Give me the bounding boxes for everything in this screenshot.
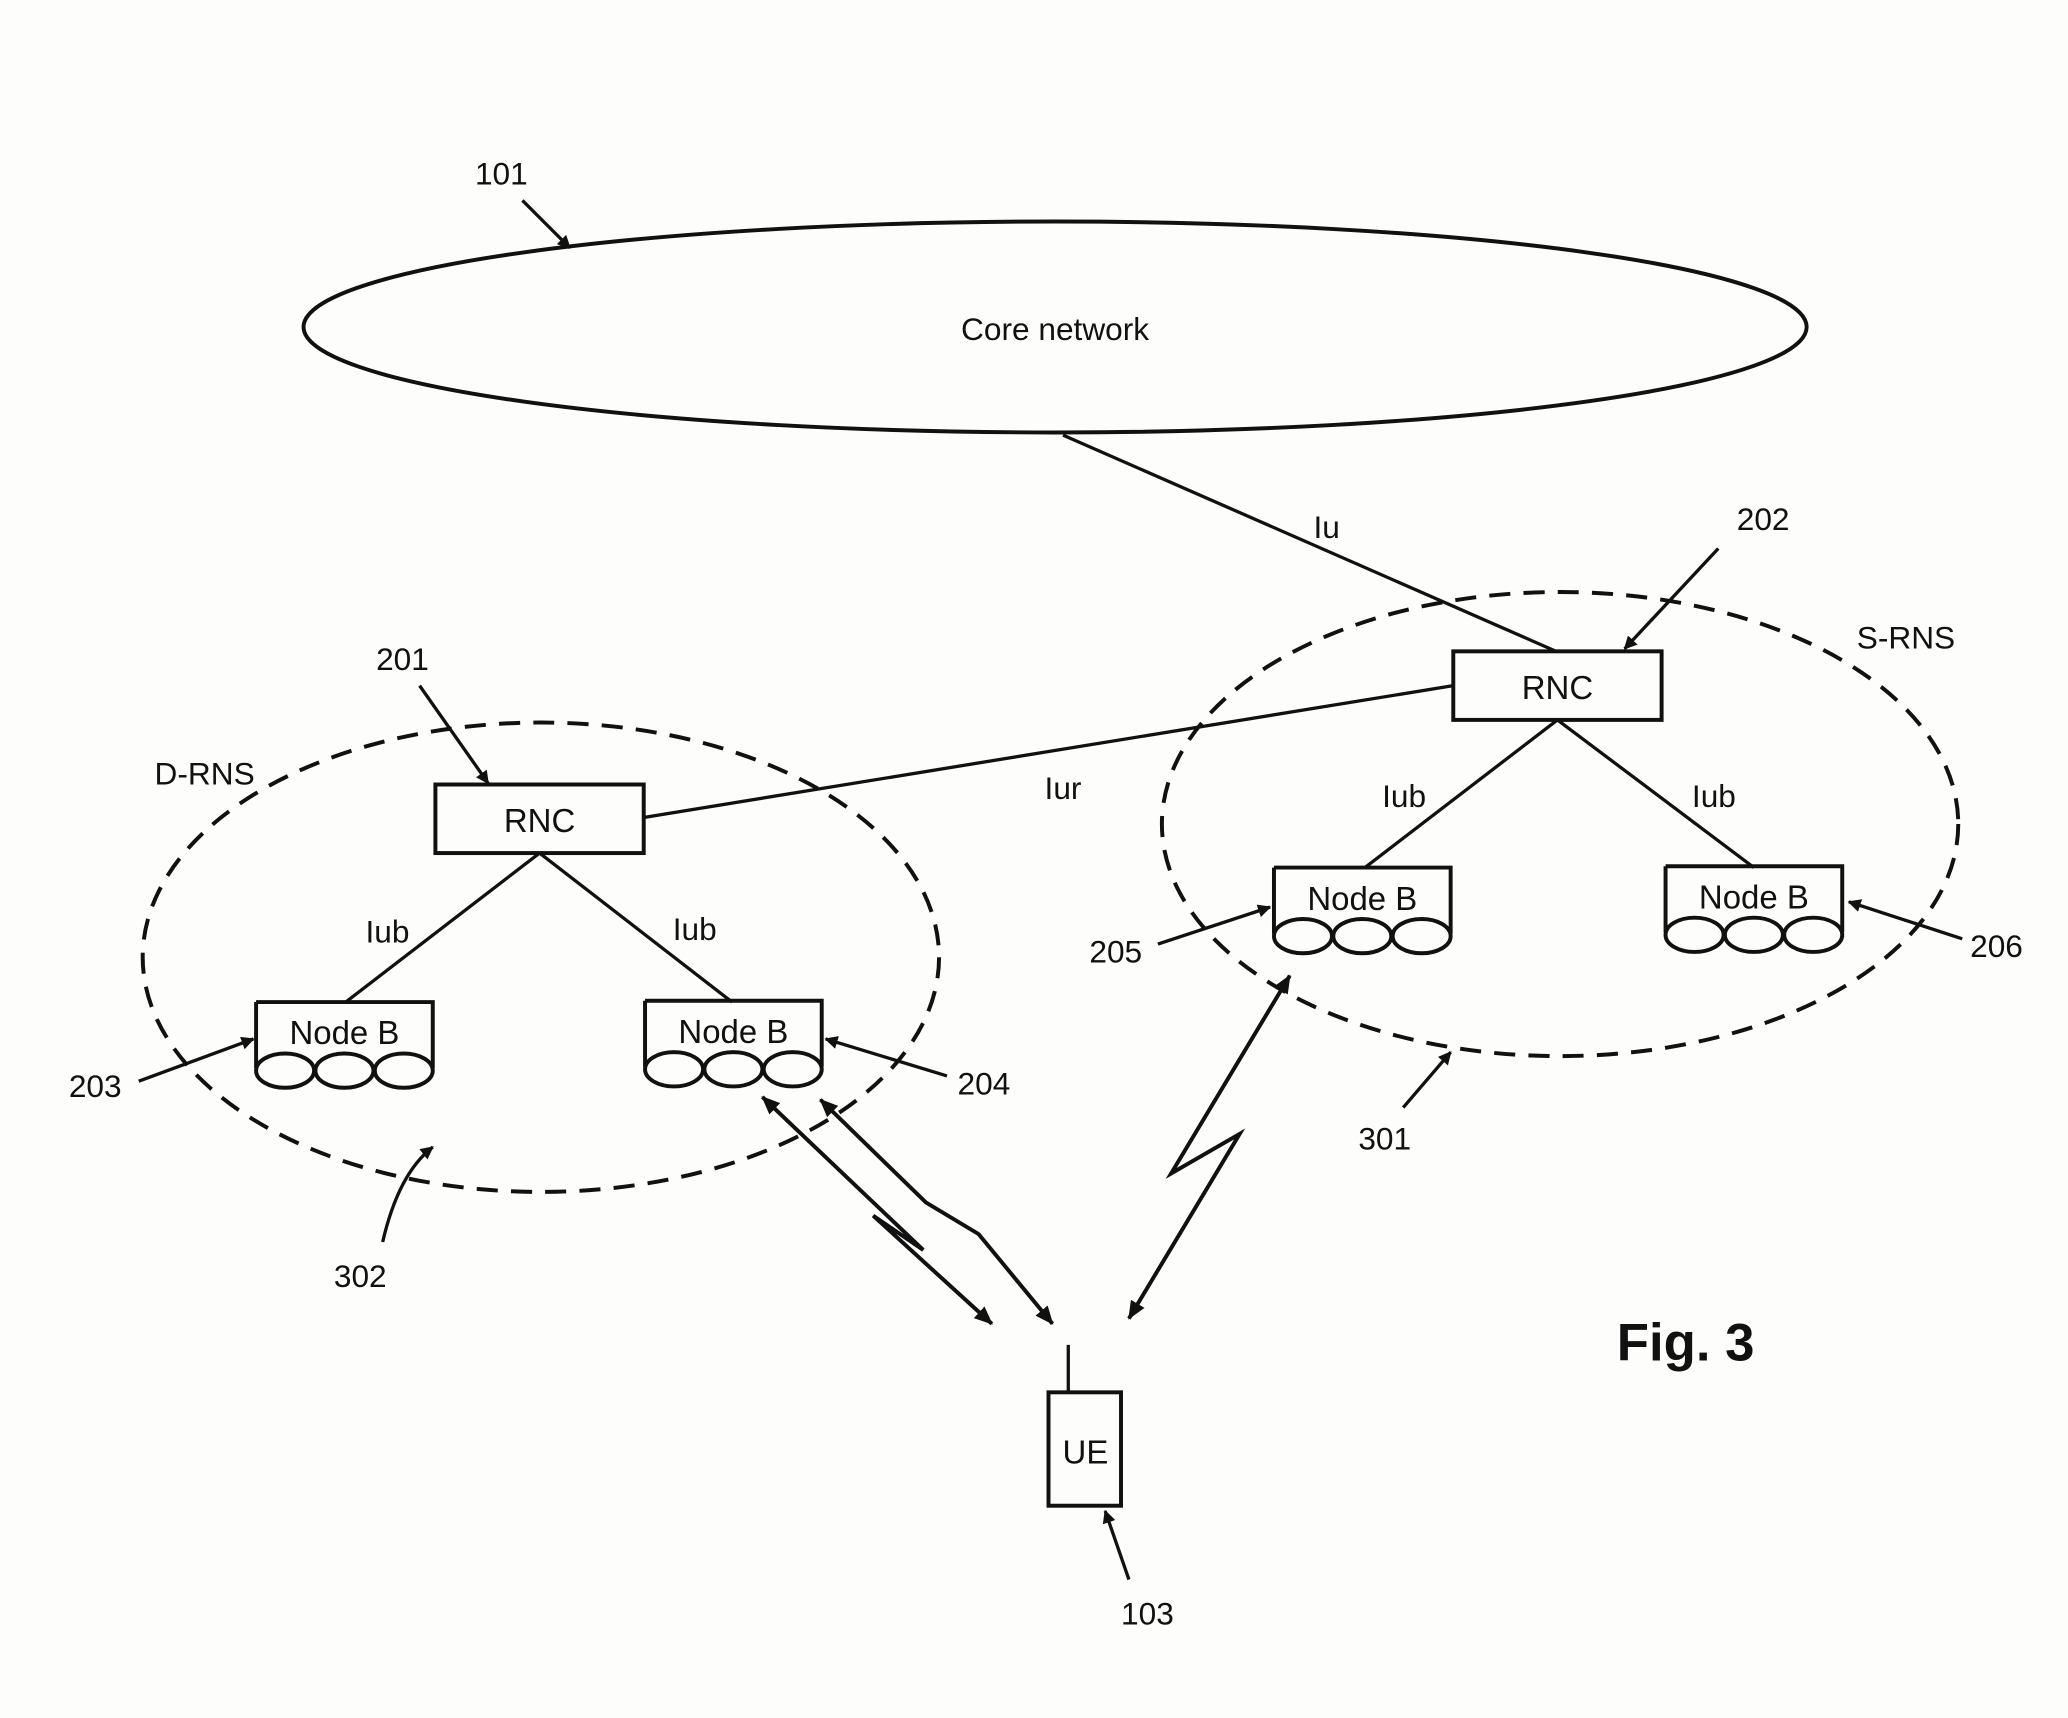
node-b-203-label: Node B xyxy=(289,1014,399,1051)
ref-206: 206 xyxy=(1970,928,2023,964)
ref-101: 101 xyxy=(475,156,528,192)
node-b-206: Node B xyxy=(1663,864,1845,954)
ref-203: 203 xyxy=(69,1068,122,1104)
d-rns-label: D-RNS xyxy=(155,756,255,792)
core-network: Core network xyxy=(301,219,1809,435)
ref-201-arrow xyxy=(418,684,490,785)
rnc-drift: RNC xyxy=(433,782,646,856)
iur-label: Iur xyxy=(1045,770,1082,806)
ref-302-arrow xyxy=(381,1145,434,1243)
node-b-204-label: Node B xyxy=(678,1013,788,1050)
node-b-205: Node B xyxy=(1271,865,1453,956)
ref-101-arrow xyxy=(521,199,572,250)
radio-link-205 xyxy=(1127,974,1292,1320)
figure-caption: Fig. 3 xyxy=(1617,1314,1755,1373)
node-b-203: Node B xyxy=(254,1000,435,1090)
ref-103: 103 xyxy=(1121,1595,1174,1631)
iu-link xyxy=(1062,433,1557,653)
ref-202-arrow xyxy=(1623,547,1720,650)
radio-link-204-b xyxy=(819,1098,1054,1326)
rnc-serving: RNC xyxy=(1451,649,1664,722)
ref-204: 204 xyxy=(958,1065,1011,1101)
iu-label: Iu xyxy=(1314,509,1340,545)
ref-301-arrow xyxy=(1401,1051,1452,1109)
ref-302: 302 xyxy=(334,1258,387,1294)
ue-label: UE xyxy=(1063,1434,1109,1471)
ref-202: 202 xyxy=(1737,501,1790,537)
node-b-204: Node B xyxy=(643,998,824,1089)
ref-301: 301 xyxy=(1358,1121,1411,1157)
node-b-206-label: Node B xyxy=(1699,878,1809,915)
rnc-serving-label: RNC xyxy=(1522,669,1593,706)
core-network-label: Core network xyxy=(961,311,1149,347)
s-rns-label: S-RNS xyxy=(1857,620,1955,656)
rnc-drift-label: RNC xyxy=(504,802,575,839)
network-diagram: Core network 101 Iu D-RNS S-RNS Iur RNC … xyxy=(69,156,2023,1632)
ref-103-arrow xyxy=(1102,1509,1131,1581)
ref-205: 205 xyxy=(1089,934,1142,970)
ref-201: 201 xyxy=(376,641,429,677)
ref-204-arrow xyxy=(824,1036,948,1078)
iub-label-s-right: Iub xyxy=(1692,778,1736,814)
ue-device: UE xyxy=(1046,1390,1123,1508)
radio-link-204-a xyxy=(761,1095,994,1326)
ref-206-arrow xyxy=(1847,899,1963,941)
iub-label-s-left: Iub xyxy=(1382,778,1426,814)
iub-label-d-left: Iub xyxy=(366,914,410,950)
node-b-205-label: Node B xyxy=(1307,880,1417,917)
iub-label-d-right: Iub xyxy=(673,911,717,947)
